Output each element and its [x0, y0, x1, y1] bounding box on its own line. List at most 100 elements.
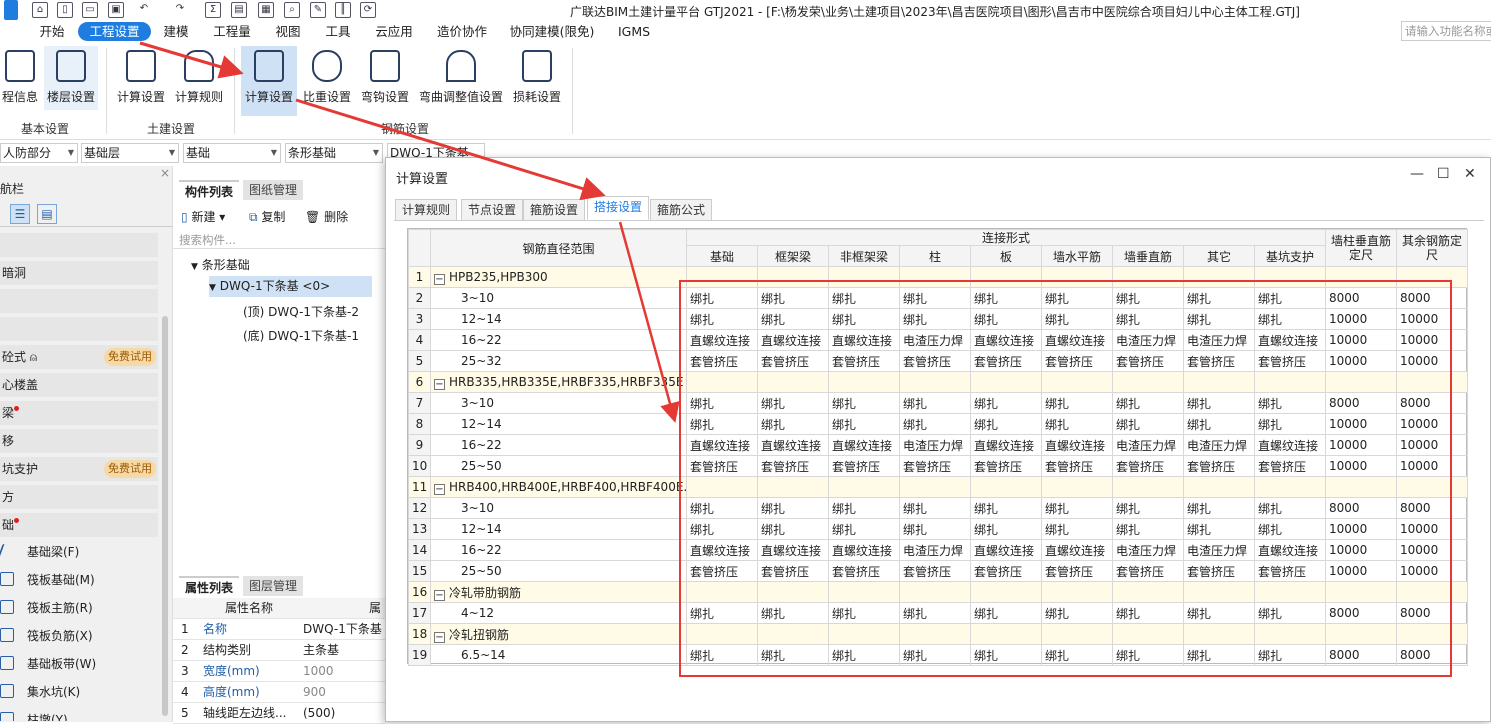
minimize-icon[interactable]: —	[1410, 166, 1424, 182]
connection-type-cell[interactable]: 套管挤压	[1041, 455, 1113, 477]
nav-item-move[interactable]: 移	[0, 429, 158, 453]
length-cell[interactable]: 10000	[1396, 518, 1469, 540]
connection-type-cell[interactable]	[970, 266, 1042, 288]
property-row[interactable]: 4 高度(mm) 900	[173, 682, 385, 703]
length-cell[interactable]: 8000	[1396, 497, 1469, 519]
connection-type-cell[interactable]	[1041, 266, 1113, 288]
table-row[interactable]: 3 12~14 绑扎 绑扎 绑扎 绑扎 绑扎 绑扎 绑扎 绑扎 绑扎 10000 10000	[408, 308, 1469, 330]
list-view-icon[interactable]: ☰	[10, 204, 30, 224]
length-cell[interactable]: 10000	[1325, 455, 1398, 477]
connection-type-cell[interactable]: 绑扎	[1112, 392, 1184, 414]
connection-type-cell[interactable]	[1253, 266, 1327, 288]
tree-node-strip-foundation[interactable]: ▼ 条形基础	[191, 256, 250, 273]
connection-type-cell[interactable]: 绑扎	[686, 413, 758, 435]
connection-type-cell[interactable]	[899, 266, 971, 288]
connection-type-cell[interactable]	[970, 623, 1042, 645]
connection-type-cell[interactable]: 直螺纹连接	[828, 539, 900, 561]
connection-type-cell[interactable]: 绑扎	[1041, 308, 1113, 330]
connection-type-cell[interactable]: 绑扎	[899, 413, 971, 435]
connection-type-cell[interactable]: 绑扎	[1253, 308, 1327, 330]
nav-sub-raft-neg-rebar[interactable]: 筏板负筋(X)	[0, 623, 158, 649]
connection-type-cell[interactable]	[757, 266, 829, 288]
nav-item-assembly[interactable]: 砼式 ⍝ 免费试用	[0, 345, 158, 369]
length-cell[interactable]: 8000	[1325, 392, 1398, 414]
connection-type-cell[interactable]	[1041, 371, 1113, 393]
connection-type-cell[interactable]: 直螺纹连接	[1041, 329, 1113, 351]
connection-type-cell[interactable]: 套管挤压	[757, 455, 829, 477]
connection-type-cell[interactable]: 绑扎	[686, 602, 758, 624]
diameter-range-cell[interactable]: 16~22	[430, 329, 687, 351]
connection-type-cell[interactable]: 套管挤压	[970, 350, 1042, 372]
connection-type-cell[interactable]: 绑扎	[686, 644, 758, 666]
table-row[interactable]: 13 12~14 绑扎 绑扎 绑扎 绑扎 绑扎 绑扎 绑扎 绑扎 绑扎 10000 10000	[408, 518, 1469, 540]
nav-item-pit-support[interactable]: 坑支护 免费试用	[0, 457, 158, 481]
connection-type-cell[interactable]: 绑扎	[757, 644, 829, 666]
connection-type-cell[interactable]: 套管挤压	[1041, 560, 1113, 582]
sync-icon[interactable]: ⟳	[360, 2, 376, 18]
nav-scrollbar[interactable]	[162, 316, 168, 716]
connection-type-cell[interactable]: 绑扎	[828, 497, 900, 519]
length-cell[interactable]	[1325, 623, 1398, 645]
connection-type-cell[interactable]: 套管挤压	[970, 560, 1042, 582]
length-cell[interactable]: 10000	[1396, 308, 1469, 330]
length-cell[interactable]: 10000	[1325, 560, 1398, 582]
table-row[interactable]: 7 3~10 绑扎 绑扎 绑扎 绑扎 绑扎 绑扎 绑扎 绑扎 绑扎 8000 8000	[408, 392, 1469, 414]
connection-type-cell[interactable]: 直螺纹连接	[1041, 539, 1113, 561]
connection-type-cell[interactable]: 绑扎	[1253, 602, 1327, 624]
connection-type-cell[interactable]	[1253, 371, 1327, 393]
collapse-toggle-icon[interactable]: −	[434, 273, 445, 285]
collapse-toggle-icon[interactable]: −	[434, 378, 445, 390]
connection-type-cell[interactable]	[757, 581, 829, 603]
menu-start[interactable]: 开始	[36, 22, 68, 41]
connection-type-cell[interactable]	[686, 476, 758, 498]
table-row[interactable]: 1− HPB235,HPB300	[408, 266, 1469, 288]
connection-type-cell[interactable]: 绑扎	[1183, 308, 1255, 330]
connection-type-cell[interactable]: 绑扎	[1041, 287, 1113, 309]
nav-item[interactable]	[0, 317, 158, 341]
group-label-cell[interactable]: − 冷轧带肋钢筋	[430, 581, 687, 603]
connection-type-cell[interactable]: 套管挤压	[1112, 350, 1184, 372]
connection-type-cell[interactable]: 绑扎	[757, 287, 829, 309]
connection-type-cell[interactable]	[1112, 581, 1184, 603]
tab-stirrup-formula[interactable]: 箍筋公式	[650, 199, 713, 221]
connection-type-cell[interactable]: 直螺纹连接	[1253, 539, 1327, 561]
table-row[interactable]: 11− HRB400,HRB400E,HRBF400,HRBF400E...	[408, 476, 1469, 498]
table-row[interactable]: 9 16~22 直螺纹连接 直螺纹连接 直螺纹连接 电渣压力焊 直螺纹连接 直螺纹连接 电渣压力…	[408, 434, 1469, 456]
diameter-range-cell[interactable]: 16~22	[430, 539, 687, 561]
nav-item-hollow-slab[interactable]: 心楼盖	[0, 373, 158, 397]
property-row[interactable]: 3 宽度(mm) 1000	[173, 661, 385, 682]
length-cell[interactable]: 10000	[1396, 350, 1469, 372]
table-row[interactable]: 5 25~32 套管挤压 套管挤压 套管挤压 套管挤压 套管挤压 套管挤压 套管挤压 套管挤压 套管…	[408, 350, 1469, 372]
tree-node-bottom[interactable]: (底) DWQ-1下条基-1	[243, 327, 359, 344]
connection-type-cell[interactable]: 绑扎	[828, 287, 900, 309]
connection-type-cell[interactable]	[1183, 476, 1255, 498]
diameter-range-cell[interactable]: 16~22	[430, 434, 687, 456]
connection-type-cell[interactable]: 绑扎	[899, 308, 971, 330]
close-icon[interactable]: ×	[160, 166, 170, 180]
connection-type-cell[interactable]	[1183, 581, 1255, 603]
connection-type-cell[interactable]: 电渣压力焊	[1183, 329, 1255, 351]
connection-type-cell[interactable]: 电渣压力焊	[1183, 539, 1255, 561]
diameter-range-cell[interactable]: 3~10	[430, 287, 687, 309]
length-cell[interactable]: 8000	[1396, 287, 1469, 309]
length-cell[interactable]: 8000	[1396, 602, 1469, 624]
menu-tools[interactable]: 工具	[322, 22, 354, 41]
table-row[interactable]: 12 3~10 绑扎 绑扎 绑扎 绑扎 绑扎 绑扎 绑扎 绑扎 绑扎 8000 8000	[408, 497, 1469, 519]
open-folder-icon[interactable]: ▭	[82, 2, 98, 18]
copy-component-button[interactable]: ⧉ 复制	[249, 208, 285, 225]
category-select[interactable]: 基础 ▼	[183, 143, 281, 163]
redo-icon[interactable]: ↷	[172, 2, 188, 18]
connection-type-cell[interactable]: 绑扎	[1041, 413, 1113, 435]
property-row[interactable]: 2 结构类别 主条基	[173, 640, 385, 661]
connection-type-cell[interactable]: 套管挤压	[1253, 350, 1327, 372]
sum-icon[interactable]: Σ	[205, 2, 221, 18]
connection-type-cell[interactable]: 电渣压力焊	[1112, 434, 1184, 456]
connection-type-cell[interactable]	[686, 266, 758, 288]
connection-type-cell[interactable]: 绑扎	[828, 644, 900, 666]
connection-type-cell[interactable]: 直螺纹连接	[757, 329, 829, 351]
connection-type-cell[interactable]: 绑扎	[1183, 287, 1255, 309]
connection-type-cell[interactable]: 直螺纹连接	[1253, 434, 1327, 456]
length-cell[interactable]: 8000	[1325, 287, 1398, 309]
nav-item-opening[interactable]: 暗洞	[0, 261, 158, 285]
report-icon[interactable]: ▤	[231, 2, 247, 18]
